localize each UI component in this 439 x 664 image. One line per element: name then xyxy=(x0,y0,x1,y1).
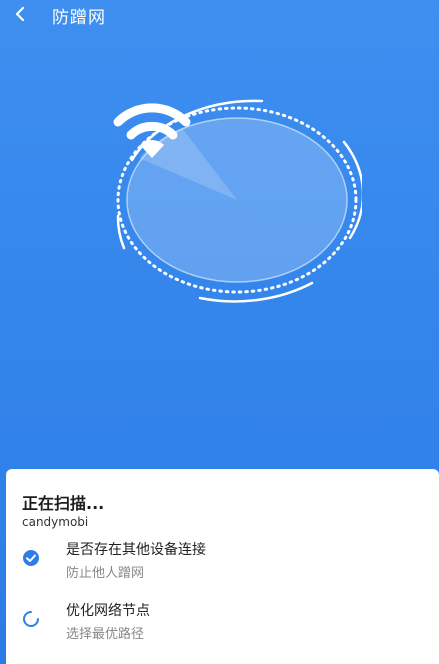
top-bar: 防蹭网 xyxy=(0,0,439,30)
page-title: 防蹭网 xyxy=(52,8,106,28)
scan-animation xyxy=(112,98,362,303)
scan-status-card: 正在扫描... candymobi 是否存在其他设备连接 防止他人蹭网 优化网络… xyxy=(6,469,439,664)
check-circle-icon xyxy=(23,550,39,566)
wifi-icon xyxy=(113,103,191,158)
task-subtitle: 选择最优路径 xyxy=(66,627,145,642)
task-item-device-check: 是否存在其他设备连接 防止他人蹭网 xyxy=(6,539,439,583)
back-button[interactable] xyxy=(8,0,34,28)
scan-status-title: 正在扫描... xyxy=(22,494,105,513)
task-title: 优化网络节点 xyxy=(66,603,150,619)
network-name: candymobi xyxy=(22,515,89,529)
chevron-left-icon xyxy=(15,6,25,22)
task-title: 是否存在其他设备连接 xyxy=(66,542,206,558)
loading-spinner-icon xyxy=(23,611,39,627)
task-item-optimize-node: 优化网络节点 选择最优路径 xyxy=(6,600,439,644)
task-subtitle: 防止他人蹭网 xyxy=(66,566,145,581)
